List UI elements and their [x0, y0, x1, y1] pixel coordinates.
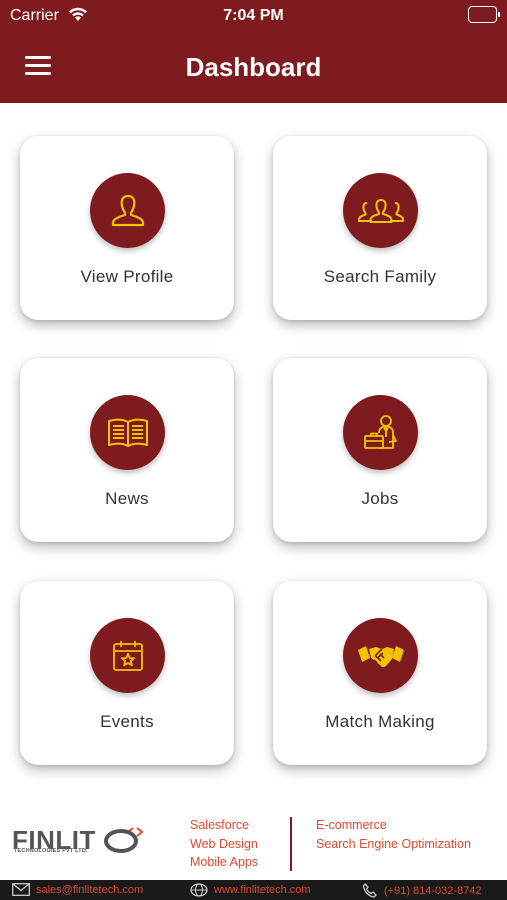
contact-website[interactable]: www.finlitetech.com	[190, 883, 311, 897]
tile-search-family[interactable]: Search Family	[273, 136, 487, 320]
user-icon	[90, 173, 165, 248]
app-header: Carrier 7:04 PM Dashboard	[0, 0, 507, 103]
globe-icon	[190, 883, 208, 897]
service-item: Mobile Apps	[190, 855, 259, 869]
footer-divider	[290, 817, 292, 871]
tile-view-profile[interactable]: View Profile	[20, 136, 234, 320]
tile-label: Events	[100, 712, 154, 731]
businessman-icon	[343, 395, 418, 470]
book-icon	[90, 395, 165, 470]
email-text: sales@finlitetech.com	[36, 883, 144, 896]
family-icon	[343, 173, 418, 248]
tile-match-making[interactable]: Match Making	[273, 581, 487, 765]
service-item: E-commerce	[316, 818, 387, 832]
tile-label: Match Making	[325, 712, 435, 731]
brand-mark-icon	[103, 819, 147, 860]
page-title: Dashboard	[185, 52, 322, 82]
contact-bar: sales@finlitetech.com www.finlitetech.co…	[0, 880, 507, 900]
tile-news[interactable]: News	[20, 358, 234, 542]
tile-label: Jobs	[361, 489, 399, 508]
footer-banner: FINLIT TECHNOLOGIES PVT LTD. Salesforce …	[0, 803, 507, 880]
tile-label: View Profile	[80, 267, 174, 286]
brand-subtitle: TECHNOLOGIES PVT LTD.	[14, 848, 88, 854]
hamburger-menu-icon[interactable]	[25, 56, 51, 76]
tile-events[interactable]: Events	[20, 581, 234, 765]
calendar-star-icon	[90, 618, 165, 693]
status-bar: Carrier 7:04 PM	[0, 0, 507, 32]
service-item: Salesforce	[190, 818, 250, 832]
clock: 7:04 PM	[223, 7, 284, 24]
phone-text: (+91) 814-032-8742	[384, 884, 482, 897]
contact-phone[interactable]: (+91) 814-032-8742	[362, 883, 482, 898]
service-item: Web Design	[190, 836, 258, 851]
mail-icon	[12, 883, 30, 896]
service-item: Search Engine Optimization	[316, 836, 471, 851]
tile-jobs[interactable]: Jobs	[273, 358, 487, 542]
website-text: www.finlitetech.com	[214, 884, 311, 896]
tile-label: News	[105, 489, 149, 508]
battery-icon	[468, 6, 500, 23]
contact-email[interactable]: sales@finlitetech.com	[12, 883, 143, 896]
handshake-icon	[343, 618, 418, 693]
tile-label: Search Family	[323, 267, 437, 286]
phone-icon	[362, 883, 378, 898]
services-list-right: E-commerce Search Engine Optimization	[316, 816, 471, 853]
services-list-left: Salesforce Web Design Mobile Apps	[190, 816, 258, 872]
